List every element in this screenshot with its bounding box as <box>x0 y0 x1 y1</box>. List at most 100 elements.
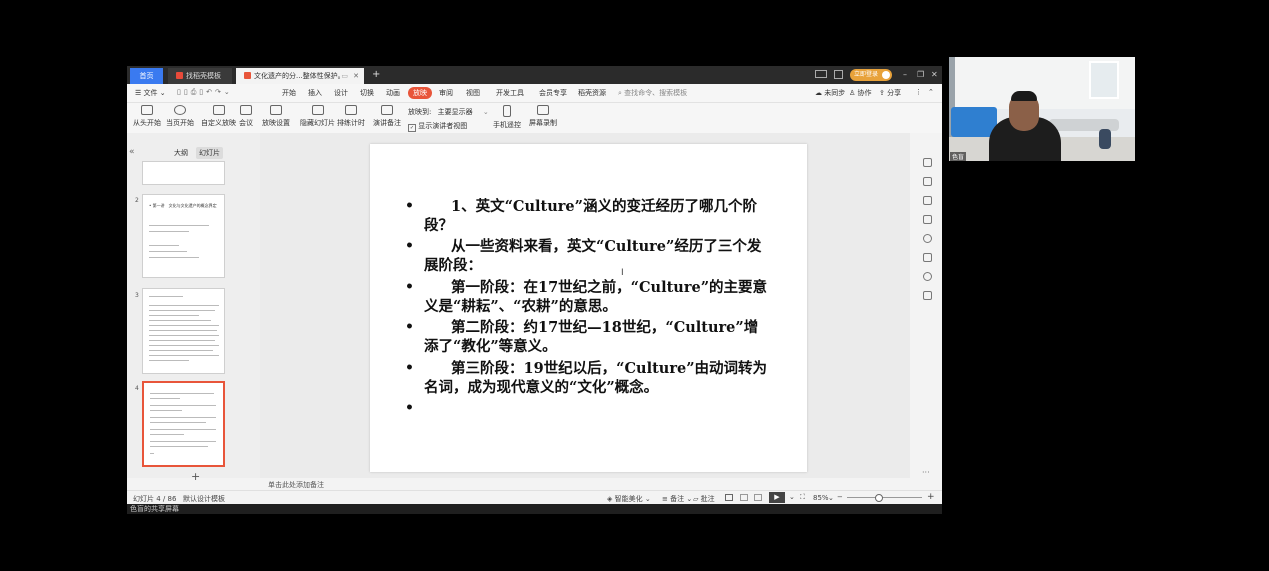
menu-item-start[interactable]: 开始 <box>282 88 296 98</box>
chevron-down-icon[interactable]: ⌄ <box>828 494 834 502</box>
theme-name[interactable]: 默认设计模板 <box>183 494 225 504</box>
meeting-icon <box>240 105 252 115</box>
meeting-button[interactable]: 会议 <box>239 105 253 128</box>
current-slide[interactable]: • 1、英文“Culture”涵义的变迁经历了哪几个阶段？ • 从一些资料来看，… <box>370 144 807 472</box>
slide-bullet-text: 第二阶段：约17世纪—18世纪，“Culture”增添了“教化”等意义。 <box>424 319 759 355</box>
tab-document[interactable]: 文化遗产的分...整体性保护。 ▭ ✕ <box>236 68 364 84</box>
normal-view-icon[interactable] <box>725 494 733 501</box>
collapse-ribbon-icon[interactable]: ⌃ <box>928 88 934 96</box>
more-side-icon[interactable]: ··· <box>922 468 930 477</box>
slide-thumbnail-panel: « 大纲 幻灯片 2 • 第一讲 文化与文化遗产的概念界定 3 4 + <box>127 133 260 483</box>
location-icon[interactable] <box>923 272 932 281</box>
help-icon[interactable] <box>923 234 932 243</box>
reading-view-icon[interactable] <box>754 494 762 501</box>
hide-slide-button[interactable]: 隐藏幻灯片 <box>300 105 335 128</box>
speaker-notes-button[interactable]: 演讲备注 <box>373 105 401 128</box>
show-setup-button[interactable]: 放映设置 <box>262 105 290 128</box>
menu-item-developer[interactable]: 开发工具 <box>496 88 524 98</box>
rehearse-button[interactable]: 排练计时 <box>337 105 365 128</box>
record-side-icon[interactable] <box>923 253 932 262</box>
phone-icon <box>503 105 511 117</box>
phone-remote-button[interactable]: 手机遥控 <box>493 105 521 130</box>
new-tab-icon[interactable]: + <box>372 69 380 80</box>
menu-item-review[interactable]: 审阅 <box>439 88 453 98</box>
comments-button[interactable]: ▱ 批注 <box>693 494 715 504</box>
play-slideshow-icon[interactable]: ▶ <box>769 492 785 503</box>
slide-thumbnail-3[interactable] <box>142 288 225 374</box>
dropdown-icon[interactable]: ⌄ <box>789 493 795 501</box>
file-menu[interactable]: ☰ 文件 ⌄ <box>135 88 166 98</box>
collapse-panel-icon[interactable]: « <box>129 147 135 157</box>
book-icon[interactable] <box>923 291 932 300</box>
quick-access-icons[interactable]: ▯▯⎙▯↶↷⌄ <box>177 88 233 97</box>
sync-status[interactable]: ☁ 未同步 <box>815 88 845 98</box>
menu-item-transition[interactable]: 切换 <box>360 88 374 98</box>
zoom-level[interactable]: 85% <box>813 494 829 502</box>
tab-bar: 首页 找稻壳模板 文化遗产的分...整体性保护。 ▭ ✕ + 立即登录 – ❐ … <box>127 66 942 84</box>
notes-bar[interactable]: 单击此处添加备注 <box>260 478 910 490</box>
bullet-symbol: • <box>405 319 414 335</box>
smart-beautify-button[interactable]: ◈ 智能美化 ⌄ <box>607 494 651 504</box>
tab-home[interactable]: 首页 <box>130 68 163 84</box>
slide-sorter-icon[interactable] <box>740 494 748 501</box>
menu-item-slideshow[interactable]: 放映 <box>408 87 432 99</box>
add-slide-icon[interactable]: + <box>191 470 200 483</box>
settings-icon <box>270 105 282 115</box>
grid-icon[interactable] <box>834 70 843 79</box>
search-icon: ⌕ <box>618 89 622 97</box>
tab-outline[interactable]: 大纲 <box>174 148 188 158</box>
slide-thumbnail-4-selected[interactable] <box>142 381 225 467</box>
show-on-select[interactable]: 放映到: 主要显示器 ⌄ <box>408 107 489 117</box>
search-box[interactable]: ⌕ 查找命令、搜索模板 <box>618 88 687 98</box>
zoom-in-icon[interactable]: + <box>927 492 935 502</box>
transition-icon[interactable] <box>923 215 932 224</box>
bullet-symbol: • <box>405 238 414 254</box>
participant-video[interactable]: 色盲 <box>949 57 1135 161</box>
notes-toggle-button[interactable]: ≡ 备注 ⌄ <box>662 494 692 504</box>
hide-slide-label: 隐藏幻灯片 <box>300 119 335 127</box>
tab-pin-icon[interactable]: ▭ <box>341 68 348 84</box>
custom-show-button[interactable]: 自定义放映 <box>201 105 236 128</box>
thumb2-heading: • 第一讲 文化与文化遗产的概念界定 <box>149 203 217 208</box>
slide-number-3: 3 <box>135 292 139 299</box>
shared-screen-window: 首页 找稻壳模板 文化遗产的分...整体性保护。 ▭ ✕ + 立即登录 – ❐ … <box>127 66 942 505</box>
tab-template[interactable]: 找稻壳模板 <box>168 68 232 84</box>
menu-item-docer[interactable]: 稻壳资源 <box>578 88 606 98</box>
text-cursor-icon: I <box>621 268 624 278</box>
login-button[interactable]: 立即登录 <box>850 69 893 81</box>
collab-button[interactable]: ♙ 协作 <box>849 88 872 98</box>
zoom-out-icon[interactable]: − <box>837 493 843 501</box>
tab-slides[interactable]: 幻灯片 <box>196 147 223 159</box>
custom-show-icon <box>212 105 225 115</box>
fit-window-icon[interactable]: ⛶ <box>800 493 805 502</box>
menu-item-member[interactable]: 会员专享 <box>539 88 567 98</box>
from-current-button[interactable]: 当页开始 <box>166 105 194 128</box>
menu-item-insert[interactable]: 插入 <box>308 88 322 98</box>
screen-record-button[interactable]: 屏幕录制 <box>529 105 557 128</box>
rocket-icon[interactable] <box>923 158 932 167</box>
slide-thumbnail-2[interactable]: • 第一讲 文化与文化遗产的概念界定 <box>142 194 225 278</box>
animation-icon[interactable] <box>923 196 932 205</box>
menu-item-design[interactable]: 设计 <box>334 88 348 98</box>
presenter-view-checkbox[interactable]: ✓ 显示演讲者视图 <box>408 121 467 132</box>
share-button[interactable]: ⇪ 分享 <box>879 88 901 98</box>
menu-item-view[interactable]: 视图 <box>466 88 480 98</box>
zoom-slider-track[interactable] <box>847 497 922 498</box>
bullet-symbol: • <box>405 198 414 214</box>
more-icon[interactable]: ⋮ <box>915 88 922 96</box>
screen-share-label: 色盲的共享屏幕 <box>127 504 942 514</box>
bullet-symbol: • <box>405 400 414 416</box>
close-icon[interactable]: ✕ <box>931 70 938 79</box>
zoom-slider-handle[interactable] <box>875 494 883 502</box>
slide-bullet-text: 第一阶段：在17世纪之前，“Culture”的主要意义是“耕耘”、“农耕”的意思… <box>424 279 768 315</box>
minimize-icon[interactable]: – <box>903 70 907 79</box>
menu-item-animation[interactable]: 动画 <box>386 88 400 98</box>
tab-close-icon[interactable]: ✕ <box>353 68 359 84</box>
slide-thumbnail-1[interactable] <box>142 161 225 185</box>
ribbon-toolbar: 从头开始 当页开始 自定义放映 会议 放映设置 隐藏幻灯片 排练计时 演讲备注 … <box>127 103 942 134</box>
restore-icon[interactable]: ❐ <box>917 70 924 79</box>
screen-record-label: 屏幕录制 <box>529 119 557 127</box>
from-start-button[interactable]: 从头开始 <box>133 105 161 128</box>
adjust-icon[interactable] <box>923 177 932 186</box>
layout-icon[interactable] <box>815 70 827 78</box>
